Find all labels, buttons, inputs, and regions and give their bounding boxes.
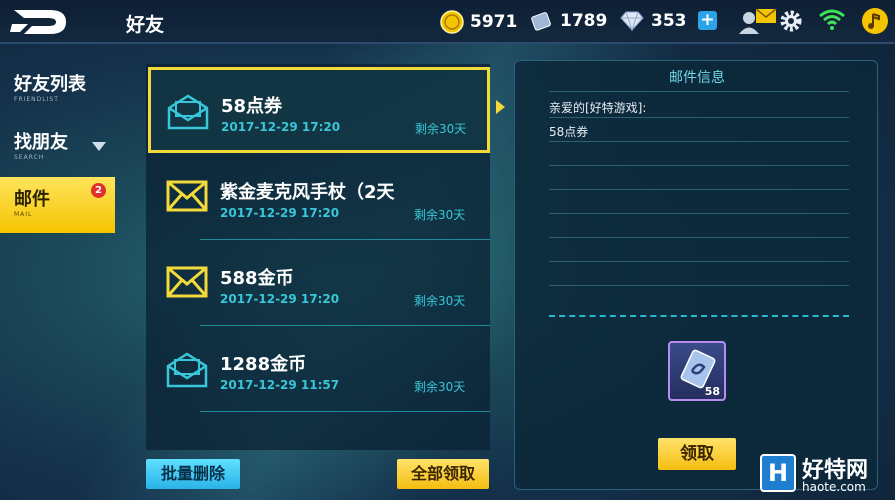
detail-rule — [549, 141, 849, 142]
mail-date: 2017-12-29 17:20 — [220, 206, 340, 220]
detail-rule — [549, 261, 849, 262]
mail-remaining: 剩余30天 — [414, 294, 466, 308]
batch-delete-button[interactable]: 批量删除 — [146, 459, 240, 489]
detail-heading: 邮件信息 — [669, 70, 725, 86]
detail-rule — [549, 165, 849, 166]
open-envelope-icon — [167, 94, 209, 130]
sidebar-item-label: 好友列表 — [14, 74, 86, 95]
envelope-icon — [166, 266, 208, 298]
settings-gear-icon[interactable] — [779, 9, 803, 33]
mail-title: 588金币 — [220, 268, 294, 289]
diamond-icon — [620, 11, 644, 32]
detail-rule — [549, 91, 849, 92]
watermark-logo: H — [760, 454, 796, 492]
sidebar-item-sublabel: FRIENDLIST — [14, 96, 59, 103]
sidebar-item-sublabel: MAIL — [14, 211, 33, 218]
mail-list-item[interactable]: 588金币 2017-12-29 17:20 剩余30天 — [148, 240, 490, 326]
attachment-count: 58 — [704, 385, 720, 398]
ticket-card-icon — [680, 349, 716, 389]
mail-date: 2017-12-29 17:20 — [221, 120, 341, 134]
mail-content: 58点券 — [549, 125, 589, 139]
gold-amount: 5971 — [470, 12, 518, 32]
claim-all-button[interactable]: 全部领取 — [397, 459, 489, 489]
list-divider — [200, 411, 490, 412]
mail-list-item[interactable]: 紫金麦克风手杖（2天 2017-12-29 17:20 剩余30天 — [148, 154, 490, 240]
watermark-url: haote.com — [802, 480, 866, 494]
sidebar-item-label: 邮件 — [14, 189, 50, 210]
mail-list-item[interactable]: 1288金币 2017-12-29 11:57 剩余30天 — [148, 326, 490, 412]
mail-list-item[interactable]: 58点券 2017-12-29 17:20 剩余30天 — [148, 67, 490, 153]
mail-detail-panel: 邮件信息 亲爱的[好特游戏]: 58点券 58 — [514, 60, 878, 490]
mail-date: 2017-12-29 11:57 — [220, 378, 340, 392]
chevron-down-icon — [92, 142, 106, 151]
detail-rule — [549, 189, 849, 190]
detail-rule — [549, 285, 849, 286]
sidebar-item-sublabel: SEARCH — [14, 154, 45, 161]
add-currency-button[interactable]: + — [698, 11, 717, 30]
attachment-item[interactable]: 58 — [668, 341, 726, 401]
sidebar-item-friend-list[interactable]: 好友列表 FRIENDLIST — [0, 62, 115, 118]
top-bar: 好友 5971 1789 353 + — [0, 0, 895, 44]
detail-rule — [549, 237, 849, 238]
open-envelope-icon — [166, 352, 208, 388]
mail-remaining: 剩余30天 — [414, 380, 466, 394]
selected-arrow-icon — [496, 100, 505, 114]
diamond-amount: 353 — [651, 11, 687, 31]
mail-title: 1288金币 — [220, 354, 307, 375]
mail-greeting: 亲爱的[好特游戏]: — [549, 101, 647, 115]
music-note-icon[interactable] — [861, 7, 889, 35]
card-counter: 1789 — [530, 10, 607, 32]
mail-remaining: 剩余30天 — [415, 122, 467, 136]
detail-rule — [549, 117, 849, 118]
gold-coin-icon — [440, 10, 464, 34]
gold-counter: 5971 — [440, 10, 517, 34]
unread-count-badge: 2 — [91, 183, 106, 198]
friend-mail-icon[interactable] — [738, 7, 778, 35]
sidebar-item-mail[interactable]: 邮件 MAIL 2 — [0, 177, 115, 233]
wifi-signal-icon — [819, 9, 845, 30]
ticket-card-icon — [531, 12, 551, 31]
site-watermark: H 好特网 haote.com — [760, 452, 890, 496]
page-title: 好友 — [126, 14, 165, 36]
sidebar-item-search[interactable]: 找朋友 SEARCH — [0, 120, 115, 176]
sidebar-item-label: 找朋友 — [14, 132, 68, 153]
attachment-divider — [549, 315, 849, 317]
mail-date: 2017-12-29 17:20 — [220, 292, 340, 306]
mail-title: 58点券 — [221, 96, 283, 117]
mail-title: 紫金麦克风手杖（2天 — [220, 182, 395, 203]
card-amount: 1789 — [560, 11, 608, 31]
envelope-icon — [166, 180, 208, 212]
game-logo-icon[interactable] — [10, 6, 70, 38]
claim-button[interactable]: 领取 — [658, 438, 736, 470]
detail-rule — [549, 213, 849, 214]
mail-remaining: 剩余30天 — [414, 208, 466, 222]
diamond-counter: 353 — [619, 10, 687, 32]
